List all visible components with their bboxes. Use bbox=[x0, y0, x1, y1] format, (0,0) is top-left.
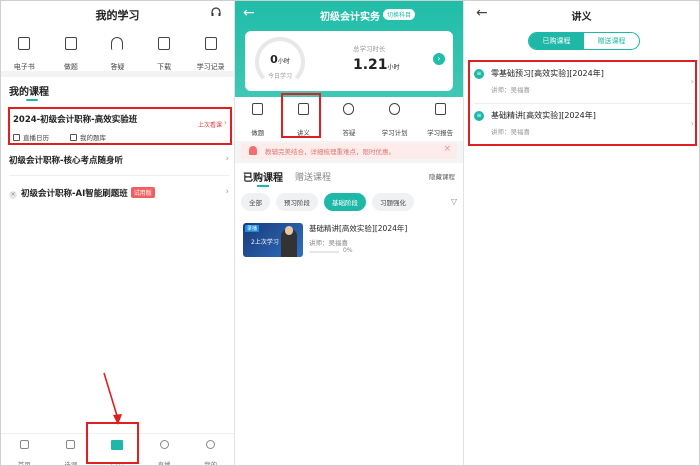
lesson-title[interactable]: 基础精讲[高效实验][2024年] bbox=[309, 223, 407, 234]
close-icon[interactable]: × bbox=[443, 144, 451, 154]
headphones-icon bbox=[343, 103, 355, 115]
filter-icon[interactable]: ▽ bbox=[451, 197, 457, 206]
func-practice[interactable]: 做题 bbox=[238, 97, 278, 141]
progress-label: 0% bbox=[343, 247, 353, 254]
seg-purchased[interactable]: 已购课程 bbox=[529, 33, 584, 49]
total-label: 总学习时长 bbox=[353, 45, 386, 53]
tab-courses[interactable]: 选课 bbox=[51, 434, 91, 465]
my-learning-screen: 我的学习 电子书 做题 答疑 下载 学习记录 我的课程 2024-初级会计职称-… bbox=[1, 1, 234, 465]
segmented-control: 已购课程 赠送课程 bbox=[528, 32, 640, 50]
hide-courses-button[interactable]: 隐藏课程 bbox=[429, 171, 455, 181]
home-icon bbox=[19, 440, 29, 449]
chip-basic[interactable]: 基础阶段 bbox=[324, 193, 366, 211]
progress-bar bbox=[309, 251, 339, 253]
tab-purchased[interactable]: 已购课程 bbox=[243, 169, 283, 184]
tab-home[interactable]: 首页 bbox=[4, 434, 44, 465]
lesson-teacher: 讲师：吴福喜 bbox=[309, 239, 348, 247]
tab-live[interactable]: 直播 bbox=[144, 434, 184, 465]
play-icon bbox=[159, 440, 169, 449]
study-stats-card: 0小时 今日学习 总学习时长 1.21小时 › bbox=[245, 31, 453, 91]
bell-icon bbox=[249, 146, 257, 155]
seg-gift[interactable]: 赠送课程 bbox=[584, 33, 639, 49]
chip-exercise[interactable]: 习题强化 bbox=[372, 193, 414, 211]
chip-preview[interactable]: 预习阶段 bbox=[276, 193, 318, 211]
clock-icon bbox=[389, 103, 401, 115]
total-value: 1.21小时 bbox=[353, 57, 400, 73]
chevron-right-icon[interactable]: › bbox=[433, 53, 445, 65]
func-qa[interactable]: 答疑 bbox=[329, 97, 369, 141]
switch-subject-button[interactable]: 切换科目 bbox=[383, 9, 416, 20]
chip-all[interactable]: 全部 bbox=[241, 193, 270, 211]
bag-icon bbox=[66, 440, 76, 449]
annotation-arrow bbox=[103, 372, 122, 425]
page-title: 讲义 bbox=[571, 12, 592, 23]
highlight-box bbox=[468, 60, 697, 146]
today-value: 0小时 bbox=[270, 53, 290, 66]
tab-gift[interactable]: 赠送课程 bbox=[295, 170, 331, 183]
today-label: 今日学习 bbox=[267, 73, 292, 80]
recorded-tag: 录播 bbox=[245, 225, 260, 232]
page-title: 初级会计实务 bbox=[320, 12, 380, 23]
stage-filter: 全部 预习阶段 基础阶段 习题强化 bbox=[241, 193, 463, 211]
function-row: 做题 讲义 答疑 学习计划 学习报告 bbox=[235, 97, 463, 141]
handout-screen: ← 讲义 已购课程 赠送课程 ≡ 零基础预习[高效实验][2024年] 讲师：吴… bbox=[464, 1, 699, 465]
clipboard-icon bbox=[252, 103, 264, 115]
lesson-thumbnail[interactable]: 录播 2上次学习 bbox=[243, 223, 303, 257]
tab-me[interactable]: 我的 bbox=[191, 434, 231, 465]
back-arrow-icon[interactable]: ← bbox=[243, 5, 255, 21]
report-icon bbox=[434, 103, 446, 115]
thumb-caption: 2上次学习 bbox=[251, 239, 279, 246]
course-detail-screen: ← 初级会计实务 切换科目 0小时 今日学习 总学习时长 1.21小时 › 做题… bbox=[235, 1, 463, 465]
teacher-face bbox=[285, 226, 293, 235]
highlight-box bbox=[86, 422, 139, 464]
notice-banner[interactable]: 教辅完美结合，详细梳理重难点，限时优惠。 × bbox=[241, 143, 457, 159]
highlight-box bbox=[281, 93, 321, 138]
user-icon bbox=[206, 440, 216, 449]
tab-underline bbox=[257, 185, 269, 187]
func-plan[interactable]: 学习计划 bbox=[375, 97, 415, 141]
func-report[interactable]: 学习报告 bbox=[420, 97, 460, 141]
